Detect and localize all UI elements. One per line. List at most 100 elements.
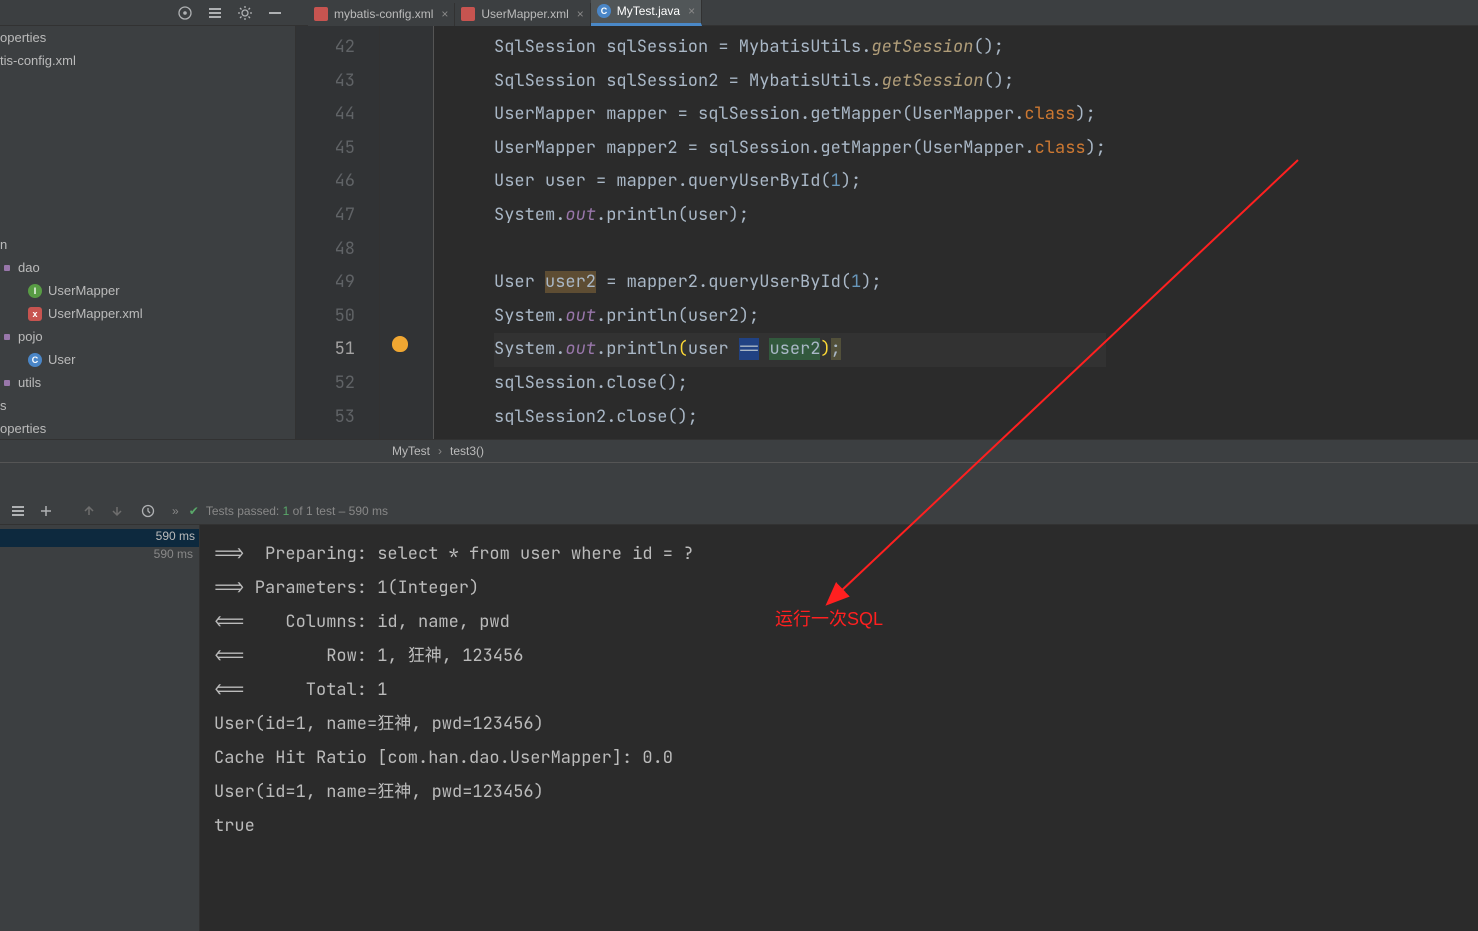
- tree-node[interactable]: I UserMapper: [0, 279, 295, 302]
- tests-status: ✔ Tests passed: 1 of 1 test – 590 ms: [189, 504, 388, 518]
- tree-node-label: pojo: [18, 329, 43, 344]
- expand-all-icon[interactable]: [35, 500, 57, 522]
- console-line: ==> Preparing: select * from user where …: [214, 537, 1478, 571]
- java-class-icon: C: [597, 4, 611, 18]
- tree-node[interactable]: x UserMapper.xml: [0, 302, 295, 325]
- code-line[interactable]: System.out.println(user);: [494, 199, 1106, 233]
- tree-node[interactable]: utils: [0, 371, 295, 394]
- panel-drag-handle[interactable]: [0, 463, 1478, 497]
- line-number[interactable]: 44: [296, 98, 355, 132]
- interface-icon: I: [28, 284, 42, 298]
- chevron-right-icon: »: [172, 504, 179, 518]
- settings-icon[interactable]: [234, 2, 256, 24]
- panel-toolbar: » ✔ Tests passed: 1 of 1 test – 590 ms: [0, 497, 1478, 525]
- code-line[interactable]: User user2 = mapper2.queryUserById(1);: [494, 266, 1106, 300]
- test-duration[interactable]: 590 ms: [0, 529, 199, 547]
- check-icon: ✔: [189, 504, 199, 518]
- down-icon[interactable]: [106, 500, 128, 522]
- tree-node[interactable]: s: [0, 394, 295, 417]
- console-line: ==> Parameters: 1(Integer): [214, 571, 1478, 605]
- line-number[interactable]: 51: [296, 333, 355, 367]
- tree-node[interactable]: [0, 187, 295, 210]
- tree-node-label: UserMapper: [48, 283, 120, 298]
- line-number[interactable]: 50: [296, 300, 355, 334]
- breadcrumb-item[interactable]: test3(): [450, 444, 484, 458]
- tree-node[interactable]: CUser: [0, 348, 295, 371]
- console-line: true: [214, 809, 1478, 843]
- code-line[interactable]: sqlSession2.close();: [494, 401, 1106, 435]
- line-number[interactable]: 46: [296, 165, 355, 199]
- tab-mytest-java[interactable]: C MyTest.java ×: [591, 0, 702, 26]
- tree-node-label: operties: [0, 30, 46, 45]
- editor-tabs: mybatis-config.xml × UserMapper.xml × C …: [308, 0, 702, 26]
- breadcrumb-item[interactable]: MyTest: [392, 444, 430, 458]
- tree-node-label: utils: [18, 375, 41, 390]
- tab-mybatis-config[interactable]: mybatis-config.xml ×: [308, 3, 455, 26]
- code-line[interactable]: System.out.println(user == user2);: [494, 333, 1106, 367]
- structure-icon[interactable]: [204, 2, 226, 24]
- console-line: <== Total: 1: [214, 673, 1478, 707]
- code-line[interactable]: SqlSession sqlSession2 = MybatisUtils.ge…: [494, 65, 1106, 99]
- tab-usermapper-xml[interactable]: UserMapper.xml ×: [455, 3, 590, 26]
- tree-node[interactable]: [0, 164, 295, 187]
- collapse-icon[interactable]: [264, 2, 286, 24]
- line-number[interactable]: 42: [296, 31, 355, 65]
- line-number[interactable]: 47: [296, 199, 355, 233]
- code-line[interactable]: UserMapper mapper = sqlSession.getMapper…: [494, 98, 1106, 132]
- xml-file-icon: [314, 7, 328, 21]
- code-editor[interactable]: 424344454647484950515253 SqlSession sqlS…: [296, 26, 1478, 439]
- line-number[interactable]: 52: [296, 367, 355, 401]
- up-icon[interactable]: [78, 500, 100, 522]
- tree-node[interactable]: tis-config.xml: [0, 49, 295, 72]
- code-line[interactable]: [494, 233, 1106, 267]
- project-tree[interactable]: operties tis-config.xml ndao I UserMapper x Us…: [0, 26, 296, 439]
- code-line[interactable]: System.out.println(user2);: [494, 300, 1106, 334]
- line-number[interactable]: 43: [296, 65, 355, 99]
- close-icon[interactable]: ×: [441, 7, 448, 21]
- intention-bulb-icon[interactable]: [392, 336, 408, 352]
- history-icon[interactable]: [137, 500, 159, 522]
- target-icon[interactable]: [174, 2, 196, 24]
- tab-label: mybatis-config.xml: [334, 7, 433, 21]
- close-icon[interactable]: ×: [577, 7, 584, 21]
- tree-node[interactable]: [0, 210, 295, 233]
- tree-node[interactable]: pojo: [0, 325, 295, 348]
- tree-node-label: User: [48, 352, 75, 367]
- tree-node[interactable]: n: [0, 233, 295, 256]
- line-number[interactable]: 49: [296, 266, 355, 300]
- tree-node[interactable]: [0, 95, 295, 118]
- code-line[interactable]: sqlSession.close();: [494, 367, 1106, 401]
- code-line[interactable]: UserMapper mapper2 = sqlSession.getMappe…: [494, 132, 1106, 166]
- tree-node[interactable]: [0, 118, 295, 141]
- tree-node-label: operties: [0, 421, 46, 436]
- code-area[interactable]: SqlSession sqlSession = MybatisUtils.get…: [434, 26, 1106, 439]
- main-area: operties tis-config.xml ndao I UserMapper x Us…: [0, 26, 1478, 439]
- code-line[interactable]: SqlSession sqlSession = MybatisUtils.get…: [494, 31, 1106, 65]
- toggle-tree-icon[interactable]: [7, 500, 29, 522]
- line-number[interactable]: 48: [296, 233, 355, 267]
- tree-node-label: UserMapper.xml: [48, 306, 143, 321]
- chevron-right-icon: ›: [438, 444, 442, 458]
- line-number[interactable]: 53: [296, 401, 355, 435]
- xml-file-icon: [461, 7, 475, 21]
- test-tree[interactable]: 590 ms 590 ms: [0, 525, 200, 931]
- breadcrumb[interactable]: MyTest › test3(): [0, 439, 1478, 462]
- line-number[interactable]: 45: [296, 132, 355, 166]
- run-panel: » ✔ Tests passed: 1 of 1 test – 590 ms 5…: [0, 462, 1478, 931]
- tree-node[interactable]: operties: [0, 26, 295, 49]
- tree-node[interactable]: dao: [0, 256, 295, 279]
- package-icon: [4, 380, 10, 386]
- xml-file-icon: x: [28, 307, 42, 321]
- tree-node-label: tis-config.xml: [0, 53, 76, 68]
- tree-node[interactable]: operties: [0, 417, 295, 439]
- gutter-icons: [380, 26, 434, 439]
- console-line: User(id=1, name=狂神, pwd=123456): [214, 707, 1478, 741]
- tree-node[interactable]: [0, 141, 295, 164]
- code-line[interactable]: User user = mapper.queryUserById(1);: [494, 165, 1106, 199]
- svg-text:C: C: [601, 6, 608, 16]
- close-icon[interactable]: ×: [688, 4, 695, 18]
- tab-label: UserMapper.xml: [481, 7, 568, 21]
- console-line: <== Columns: id, name, pwd: [214, 605, 1478, 639]
- console-output[interactable]: ==> Preparing: select * from user where …: [200, 525, 1478, 931]
- tree-node[interactable]: [0, 72, 295, 95]
